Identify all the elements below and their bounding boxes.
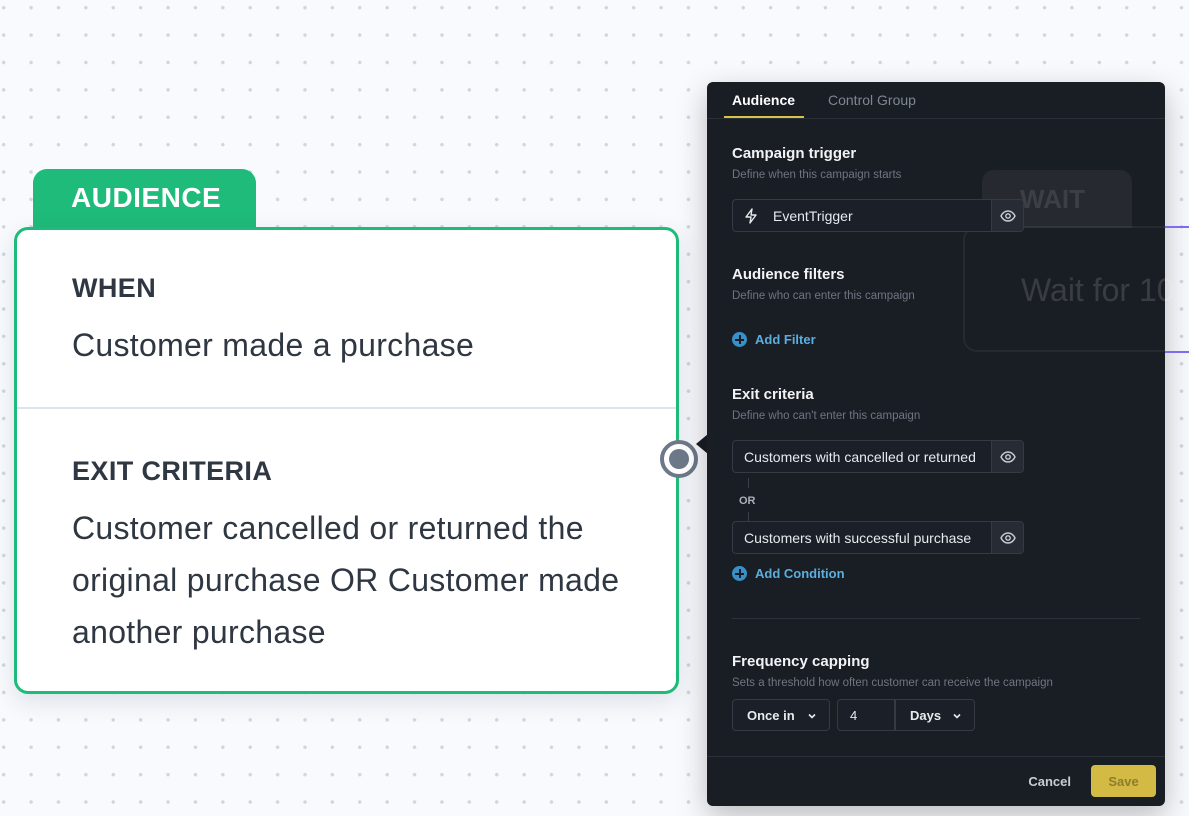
eye-icon <box>999 209 1016 222</box>
audience-filters-subtitle: Define who can enter this campaign <box>732 290 915 302</box>
frequency-unit-value: Days <box>910 708 942 723</box>
plus-circle-icon <box>732 566 747 581</box>
chevron-down-icon <box>807 709 817 724</box>
when-text: Customer made a purchase <box>72 327 475 363</box>
add-filter-button[interactable]: Add Filter <box>732 332 816 347</box>
wait-node-text-faded: Wait for 10 <box>1021 272 1175 308</box>
campaign-trigger-value: EventTrigger <box>773 208 853 224</box>
edge-line <box>1165 226 1189 228</box>
frequency-mode-select[interactable]: Once in <box>732 699 830 731</box>
exit-criteria-text: Customer cancelled or returned the origi… <box>72 510 620 650</box>
chevron-down-icon <box>952 709 962 724</box>
panel-footer: Cancel Save <box>707 756 1165 806</box>
cancel-button[interactable]: Cancel <box>1028 774 1071 789</box>
tab-audience[interactable]: Audience <box>732 92 795 108</box>
frequency-unit-select[interactable]: Days <box>895 699 975 731</box>
audience-settings-panel: WAIT Wait for 10 Audience Control Group … <box>707 82 1189 806</box>
audience-node-label: AUDIENCE <box>33 169 256 231</box>
exit-condition-field[interactable]: Customers with cancelled or returned <box>732 440 1024 473</box>
or-connector-line <box>748 478 749 488</box>
campaign-trigger-field[interactable]: EventTrigger <box>732 199 1024 232</box>
plus-circle-icon <box>732 332 747 347</box>
edge-line <box>1165 351 1189 353</box>
exit-condition-field[interactable]: Customers with successful purchase <box>732 521 1024 554</box>
node-connector-handle[interactable] <box>660 440 698 478</box>
exit-criteria-panel-title: Exit criteria <box>732 386 814 403</box>
audience-filters-title: Audience filters <box>732 266 845 283</box>
section-divider <box>732 618 1140 619</box>
frequency-capping-subtitle: Sets a threshold how often customer can … <box>732 677 1053 689</box>
add-condition-label: Add Condition <box>755 566 845 581</box>
when-section: WHEN Customer made a purchase <box>17 230 676 409</box>
when-heading: WHEN <box>72 273 157 303</box>
eye-icon <box>999 531 1016 544</box>
campaign-trigger-title: Campaign trigger <box>732 145 857 162</box>
save-button[interactable]: Save <box>1091 765 1156 797</box>
exit-criteria-panel-subtitle: Define who can't enter this campaign <box>732 410 921 422</box>
frequency-count-input[interactable]: 4 <box>837 699 895 731</box>
frequency-capping-title: Frequency capping <box>732 653 870 670</box>
view-exit-condition-button[interactable] <box>991 441 1023 472</box>
add-filter-label: Add Filter <box>755 332 816 347</box>
or-label: OR <box>739 495 756 507</box>
exit-condition-value: Customers with cancelled or returned <box>744 449 976 465</box>
frequency-mode-value: Once in <box>747 708 795 723</box>
eye-icon <box>999 450 1016 463</box>
tab-control-group[interactable]: Control Group <box>828 92 916 108</box>
wait-node-faded: Wait for 10 <box>963 226 1189 352</box>
view-trigger-button[interactable] <box>991 200 1023 231</box>
panel-tabs: Audience Control Group <box>707 82 1165 119</box>
active-tab-indicator <box>724 116 804 118</box>
add-condition-button[interactable]: Add Condition <box>732 566 845 581</box>
lightning-icon <box>744 208 758 229</box>
view-exit-condition-button[interactable] <box>991 522 1023 553</box>
exit-condition-value: Customers with successful purchase <box>744 530 972 546</box>
audience-node[interactable]: WHEN Customer made a purchase EXIT CRITE… <box>14 227 679 694</box>
exit-criteria-heading: EXIT CRITERIA <box>72 456 273 486</box>
campaign-trigger-subtitle: Define when this campaign starts <box>732 169 902 181</box>
